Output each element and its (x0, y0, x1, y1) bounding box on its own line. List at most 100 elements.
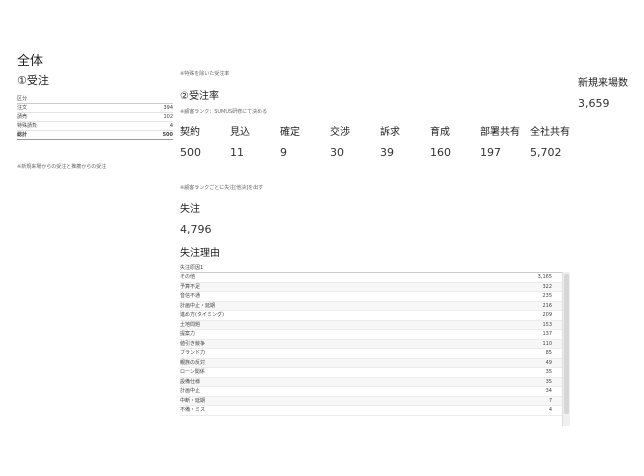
row-label: 設備仕様 (180, 378, 201, 385)
rate-note-top: ※特殊を除いた受注率 (180, 71, 230, 77)
lost-orders-label: 失注 (180, 204, 200, 215)
table-row[interactable]: 値引き競争 110 (180, 339, 562, 349)
order-note: ※新規来場からの受注と推薦からの受注 (17, 164, 107, 170)
row-label: 値引き競争 (180, 340, 206, 347)
lost-orders-value: 4,796 (180, 223, 212, 236)
section-rate-title: ②受注率 (180, 91, 219, 102)
row-label: 不備・ミス (180, 407, 206, 413)
lost-reasons-title: 失注理由 (180, 248, 220, 259)
row-value: 4 (169, 123, 173, 129)
row-value: 4 (548, 407, 552, 413)
kpi-label: 育成 (430, 127, 450, 138)
kpi-value: 9 (280, 146, 287, 159)
table-row[interactable]: 計画中止・延期 216 (180, 301, 562, 311)
row-label: 土地問題 (180, 321, 201, 328)
kpi-value: 11 (230, 146, 244, 159)
row-value: 137 (542, 331, 552, 337)
row-label: 予算不足 (180, 283, 201, 290)
row-label: ローン関係 (180, 369, 205, 375)
row-value: 209 (542, 312, 552, 318)
row-label: 中断・延期 (180, 397, 206, 404)
kpi-value: 160 (430, 146, 451, 159)
row-value: 322 (542, 283, 552, 290)
row-value: 216 (542, 302, 552, 309)
row-label: 計画中止 (180, 388, 201, 394)
rank-note: ※顧客ランク：SUMUS研修にて決める (180, 109, 268, 115)
row-value: 110 (542, 340, 552, 347)
table-row[interactable]: 土地問題 153 (180, 320, 562, 330)
order-type-table: 区分 注文 394 請売 102 特殊請負 4 総計 500 (17, 95, 173, 140)
row-label: 総計 (17, 132, 28, 138)
lost-reasons-header: 失注原因1 (180, 264, 562, 273)
row-label: 提案力 (180, 331, 196, 337)
kpi-contract[interactable]: 契約 500 (180, 125, 230, 161)
kpi-label: 訴求 (380, 127, 400, 138)
row-value: 7 (548, 397, 552, 404)
kpi-appeal[interactable]: 訴求 39 (380, 125, 430, 161)
kpi-nurture[interactable]: 育成 160 (430, 125, 480, 161)
table-row[interactable]: ブランド力 85 (180, 349, 562, 359)
row-label: 進め方(タイミング) (180, 312, 224, 318)
kpi-label: 全社共有 (530, 127, 570, 138)
table-row[interactable]: 注文 394 (17, 104, 173, 113)
kpi-value: 39 (380, 146, 394, 159)
lost-reasons-table: 失注原因1 その他 3,165 予算不足 322 音信不通 235 計画中止・延期 21… (180, 264, 570, 426)
row-label: 親族の反対 (180, 359, 206, 366)
row-value: 235 (542, 293, 552, 299)
kpi-company-shared[interactable]: 全社共有 5,702 (530, 125, 580, 161)
row-value: 35 (545, 369, 552, 375)
kpi-value: 197 (480, 146, 501, 159)
row-value: 3,165 (537, 274, 552, 280)
table-row[interactable]: 設備仕様 35 (180, 377, 562, 387)
lost-orders-block: 失注 4,796 (180, 200, 212, 236)
table-row[interactable]: 進め方(タイミング) 209 (180, 311, 562, 321)
table-row[interactable]: 不備・ミス 4 (180, 406, 562, 416)
new-visits-label: 新規来場数 (578, 78, 628, 89)
order-type-header: 区分 (17, 95, 173, 104)
kpi-label: 交渉 (330, 127, 350, 138)
page-title: 全体 (17, 54, 44, 69)
rank-kpi-row: 契約 500 見込 11 確定 9 交渉 30 訴求 39 育成 160 部署共… (180, 125, 580, 161)
table-row[interactable]: 請売 102 (17, 113, 173, 122)
table-row[interactable]: 計画中止 34 (180, 387, 562, 397)
kpi-label: 見込 (230, 127, 250, 138)
row-label: 注文 (17, 105, 28, 111)
row-value: 34 (545, 388, 552, 394)
row-value: 102 (163, 114, 173, 120)
row-value: 500 (162, 132, 173, 138)
scrollbar-thumb[interactable] (564, 274, 569, 414)
row-value: 35 (545, 378, 552, 385)
kpi-value: 500 (180, 146, 201, 159)
table-row[interactable]: 特殊請負 4 (17, 122, 173, 131)
row-label: 請売 (17, 114, 28, 120)
table-row[interactable]: 提案力 137 (180, 330, 562, 340)
lost-note: ※顧客ランクごとに失注[他決]を出す (180, 185, 264, 191)
row-label: ブランド力 (180, 350, 206, 356)
kpi-label: 確定 (280, 127, 300, 138)
vertical-scrollbar[interactable] (562, 272, 570, 426)
row-value: 49 (545, 359, 552, 366)
kpi-prospect[interactable]: 見込 11 (230, 125, 280, 161)
section-order-title: ①受注 (17, 74, 49, 87)
row-label: 音信不通 (180, 293, 201, 299)
row-value: 394 (163, 105, 173, 111)
table-row[interactable]: 親族の反対 49 (180, 358, 562, 368)
kpi-negotiation[interactable]: 交渉 30 (330, 125, 380, 161)
kpi-dept-shared[interactable]: 部署共有 197 (480, 125, 530, 161)
row-label: 特殊請負 (17, 123, 38, 129)
kpi-value: 30 (330, 146, 344, 159)
new-visits-block: 新規来場数 3,659 (578, 74, 628, 110)
kpi-value: 5,702 (530, 146, 562, 159)
row-value: 153 (542, 321, 552, 328)
lost-reasons-rows: その他 3,165 予算不足 322 音信不通 235 計画中止・延期 216 進め方(… (180, 273, 562, 416)
kpi-label: 契約 (180, 127, 200, 138)
table-row[interactable]: 予算不足 322 (180, 282, 562, 292)
table-row[interactable]: 音信不通 235 (180, 292, 562, 302)
table-row[interactable]: その他 3,165 (180, 273, 562, 283)
table-row-total[interactable]: 総計 500 (17, 131, 173, 140)
new-visits-value: 3,659 (578, 97, 610, 110)
row-label: その他 (180, 274, 196, 280)
kpi-confirmed[interactable]: 確定 9 (280, 125, 330, 161)
table-row[interactable]: ローン関係 35 (180, 368, 562, 378)
table-row[interactable]: 中断・延期 7 (180, 396, 562, 406)
